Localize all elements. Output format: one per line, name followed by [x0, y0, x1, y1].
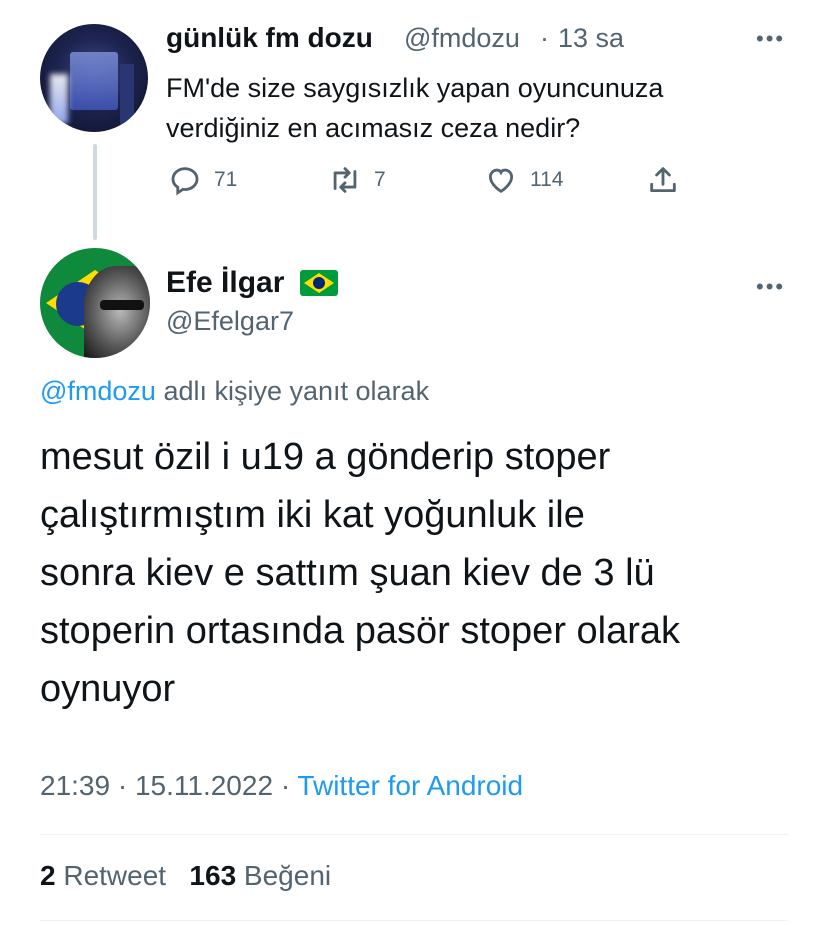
- parent-display-name[interactable]: günlük fm dozu: [166, 22, 373, 54]
- likes-label: Beğeni: [243, 860, 332, 891]
- avatar-light-graphic: [50, 74, 68, 124]
- main-more-icon[interactable]: •••: [756, 274, 785, 300]
- parent-timestamp[interactable]: 13 sa: [558, 23, 624, 54]
- retweet-count: 7: [374, 168, 386, 191]
- main-text-line: çalıştırmıştım iki kat yoğunluk ile: [40, 494, 585, 536]
- parent-text-line: FM'de size saygısızlık yapan oyuncunuza: [166, 73, 664, 103]
- thread-connector-line: [93, 144, 97, 240]
- parent-handle[interactable]: @fmdozu: [404, 23, 520, 54]
- engagement-stats: 2 Retweet 163 Beğeni: [40, 860, 331, 892]
- retweets-stat[interactable]: 2 Retweet: [40, 860, 166, 891]
- heart-icon: [488, 168, 514, 193]
- tweet-meta-line: 21:39 · 15.11.2022 · Twitter for Android: [40, 770, 523, 802]
- retweet-icon: [333, 167, 357, 193]
- parent-separator: ·: [540, 23, 549, 53]
- divider: [40, 920, 788, 921]
- likes-stat[interactable]: 163 Beğeni: [189, 860, 331, 891]
- reply-to-suffix: adlı kişiye yanıt olarak: [155, 376, 430, 406]
- like-button[interactable]: 114: [484, 164, 563, 196]
- retweet-button[interactable]: 7: [328, 164, 386, 196]
- likes-count: 163: [189, 860, 237, 891]
- tweet-date[interactable]: 15.11.2022: [135, 770, 273, 801]
- retweets-count: 2: [40, 860, 56, 891]
- main-tweet-text: mesut özil i u19 a gönderip stoper çalış…: [40, 428, 800, 718]
- main-avatar[interactable]: [40, 248, 150, 358]
- parent-more-icon[interactable]: •••: [756, 26, 785, 52]
- parent-text-line: verdiğiniz en acımasız ceza nedir?: [166, 113, 581, 143]
- share-icon: [650, 167, 676, 193]
- main-text-line: oynuyor: [40, 668, 176, 710]
- parent-avatar[interactable]: [40, 24, 148, 132]
- replying-to-line: @fmdozu adlı kişiye yanıt olarak: [40, 376, 429, 407]
- share-button[interactable]: [646, 164, 680, 196]
- reply-icon: [171, 167, 199, 196]
- parent-tweet-text[interactable]: FM'de size saygısızlık yapan oyuncunuza …: [166, 68, 796, 148]
- retweets-label: Retweet: [63, 860, 167, 891]
- reply-count: 71: [214, 168, 238, 191]
- main-display-name[interactable]: Efe İlgar: [166, 266, 284, 300]
- main-handle[interactable]: @Efelgar7: [166, 306, 294, 337]
- avatar-sunglasses-graphic: [100, 300, 144, 310]
- tweet-time[interactable]: 21:39: [40, 770, 110, 801]
- meta-separator: ·: [117, 770, 128, 801]
- tweet-source-link[interactable]: Twitter for Android: [297, 770, 523, 801]
- like-count: 114: [530, 168, 564, 191]
- flag-circle: [313, 277, 325, 289]
- brazil-flag-icon: [300, 270, 338, 296]
- avatar-screen-graphic: [70, 52, 118, 110]
- avatar-bar-graphic: [120, 64, 134, 124]
- reply-to-handle-link[interactable]: @fmdozu: [40, 376, 156, 406]
- meta-separator: ·: [280, 770, 291, 801]
- divider: [40, 834, 788, 835]
- main-text-line: sonra kiev e sattım şuan kiev de 3 lü: [40, 552, 655, 594]
- main-text-line: stoperin ortasında pasör stoper olarak: [40, 610, 681, 652]
- main-text-line: mesut özil i u19 a gönderip stoper: [40, 436, 611, 478]
- avatar-person-graphic: [84, 266, 150, 358]
- reply-button[interactable]: 71: [168, 164, 237, 196]
